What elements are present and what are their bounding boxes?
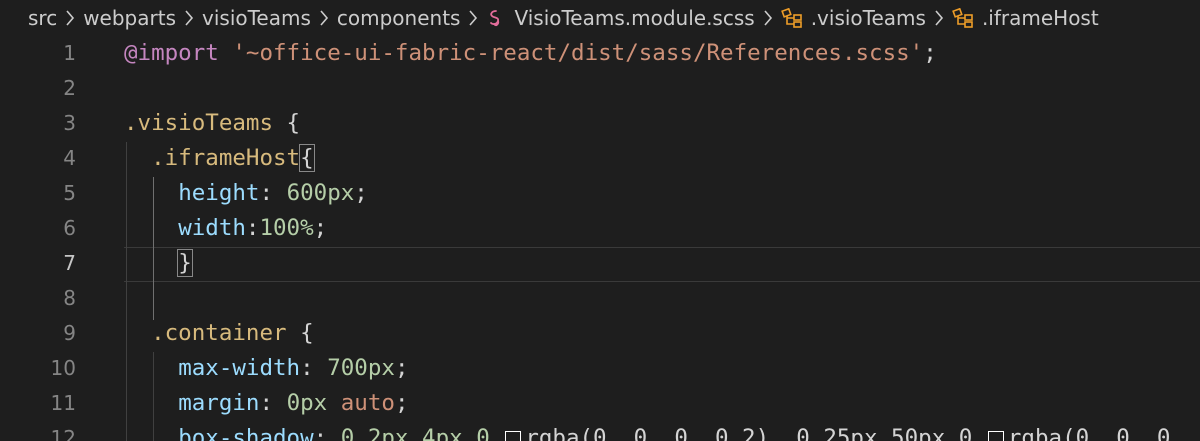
line-number: 2	[63, 76, 76, 100]
breadcrumb-label: components	[336, 6, 461, 30]
code-editor[interactable]: 1 @import '~office-ui-fabric-react/dist/…	[0, 36, 1200, 441]
line-number: 7	[63, 251, 76, 275]
line-number: 4	[63, 146, 76, 170]
code-line[interactable]: 9 .container {	[0, 316, 1200, 351]
line-number: 3	[63, 111, 76, 135]
chevron-right-icon	[934, 9, 944, 27]
color-swatch-icon[interactable]	[987, 430, 1004, 441]
code-text: @import '~office-ui-fabric-react/dist/sa…	[124, 40, 937, 66]
code-line[interactable]: 12 box-shadow: 0 2px 4px 0 rgba(0, 0, 0,…	[0, 421, 1200, 441]
line-number: 12	[50, 426, 76, 441]
chevron-right-icon	[319, 9, 329, 27]
line-number: 9	[63, 321, 76, 345]
chevron-right-icon	[184, 9, 194, 27]
breadcrumb-item-components[interactable]: components	[337, 6, 461, 30]
code-text: .iframeHost{	[151, 144, 315, 172]
chevron-right-icon	[763, 9, 773, 27]
code-text: }	[124, 246, 193, 281]
breadcrumb-item-visioteams-class[interactable]: .visioTeams	[780, 6, 926, 30]
code-text: margin: 0px auto;	[178, 390, 409, 416]
code-line[interactable]: 1 @import '~office-ui-fabric-react/dist/…	[0, 36, 1200, 71]
matched-bracket: }	[177, 249, 193, 277]
code-text: .visioTeams {	[124, 110, 301, 136]
class-symbol-icon	[952, 8, 974, 28]
code-line[interactable]: 11 margin: 0px auto;	[0, 386, 1200, 421]
breadcrumb-label: webparts	[83, 6, 176, 30]
line-number: 8	[63, 286, 76, 310]
code-line[interactable]: 4 .iframeHost{	[0, 141, 1200, 176]
breadcrumb-label: .visioTeams	[810, 6, 926, 30]
matched-bracket: {	[299, 144, 315, 172]
code-line[interactable]: 2	[0, 71, 1200, 106]
line-number: 10	[50, 356, 76, 380]
chevron-right-icon	[65, 9, 75, 27]
breadcrumb-item-src[interactable]: src	[28, 6, 57, 30]
breadcrumb-item-file[interactable]: VisioTeams.module.scss	[486, 6, 755, 30]
line-number: 5	[63, 181, 76, 205]
breadcrumb: src webparts visioTeams components Visio…	[0, 0, 1200, 36]
breadcrumb-item-iframehost-class[interactable]: .iframeHost	[952, 6, 1099, 30]
breadcrumb-label: .iframeHost	[981, 6, 1099, 30]
breadcrumb-item-webparts[interactable]: webparts	[83, 6, 176, 30]
breadcrumb-item-visioteams[interactable]: visioTeams	[202, 6, 311, 30]
breadcrumb-label: src	[28, 6, 58, 30]
code-line[interactable]: 10 max-width: 700px;	[0, 351, 1200, 386]
code-line[interactable]: 6 width:100%;	[0, 211, 1200, 246]
code-text: height: 600px;	[178, 180, 368, 206]
class-symbol-icon	[780, 8, 803, 28]
breadcrumb-label: VisioTeams.module.scss	[514, 6, 755, 30]
code-line-active[interactable]: 7 }	[0, 246, 1200, 281]
code-text: max-width: 700px;	[178, 355, 409, 381]
line-number: 1	[63, 41, 76, 65]
code-editor-window: src webparts visioTeams components Visio…	[0, 0, 1200, 441]
sass-file-icon	[486, 8, 506, 28]
color-swatch-icon[interactable]	[505, 430, 522, 441]
code-line[interactable]: 5 height: 600px;	[0, 176, 1200, 211]
code-text: box-shadow: 0 2px 4px 0 rgba(0, 0, 0, 0.…	[124, 421, 1170, 441]
code-text: .container {	[151, 320, 314, 346]
code-line[interactable]: 8	[0, 281, 1200, 316]
code-line[interactable]: 3 .visioTeams {	[0, 106, 1200, 141]
breadcrumb-label: visioTeams	[202, 6, 311, 30]
line-number: 6	[63, 216, 76, 240]
code-text: width:100%;	[178, 215, 328, 241]
chevron-right-icon	[468, 9, 478, 27]
line-number: 11	[50, 391, 76, 415]
